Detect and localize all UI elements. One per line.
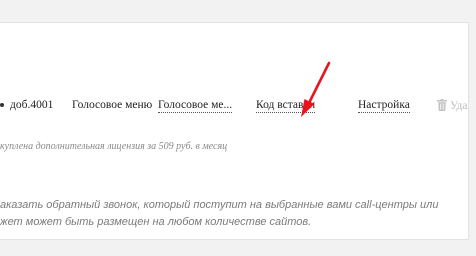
service-name-link[interactable]: Голосовое ме... [158, 99, 233, 113]
description-line-2: жет может быть размещен на любом количес… [0, 216, 312, 228]
widget-description: аказать обратный звонок, который поступи… [0, 197, 438, 231]
settings-link[interactable]: Настройка [358, 99, 410, 113]
service-type: Голосовое меню [72, 99, 153, 111]
row-bullet [0, 103, 4, 107]
extension-number: доб.4001 [10, 99, 54, 111]
red-arrow-annotation [301, 61, 331, 117]
table-row: доб.4001 Голосовое меню Голосовое ме... … [0, 97, 468, 117]
license-note: куплена дополнительная лицензия за 509 р… [0, 141, 228, 152]
delete-label: Удал [450, 100, 468, 112]
trash-icon [437, 99, 447, 114]
delete-button[interactable]: Удал [437, 99, 468, 114]
widget-panel: доб.4001 Голосовое меню Голосовое ме... … [0, 22, 469, 240]
description-line-1: аказать обратный звонок, который поступи… [0, 199, 439, 211]
